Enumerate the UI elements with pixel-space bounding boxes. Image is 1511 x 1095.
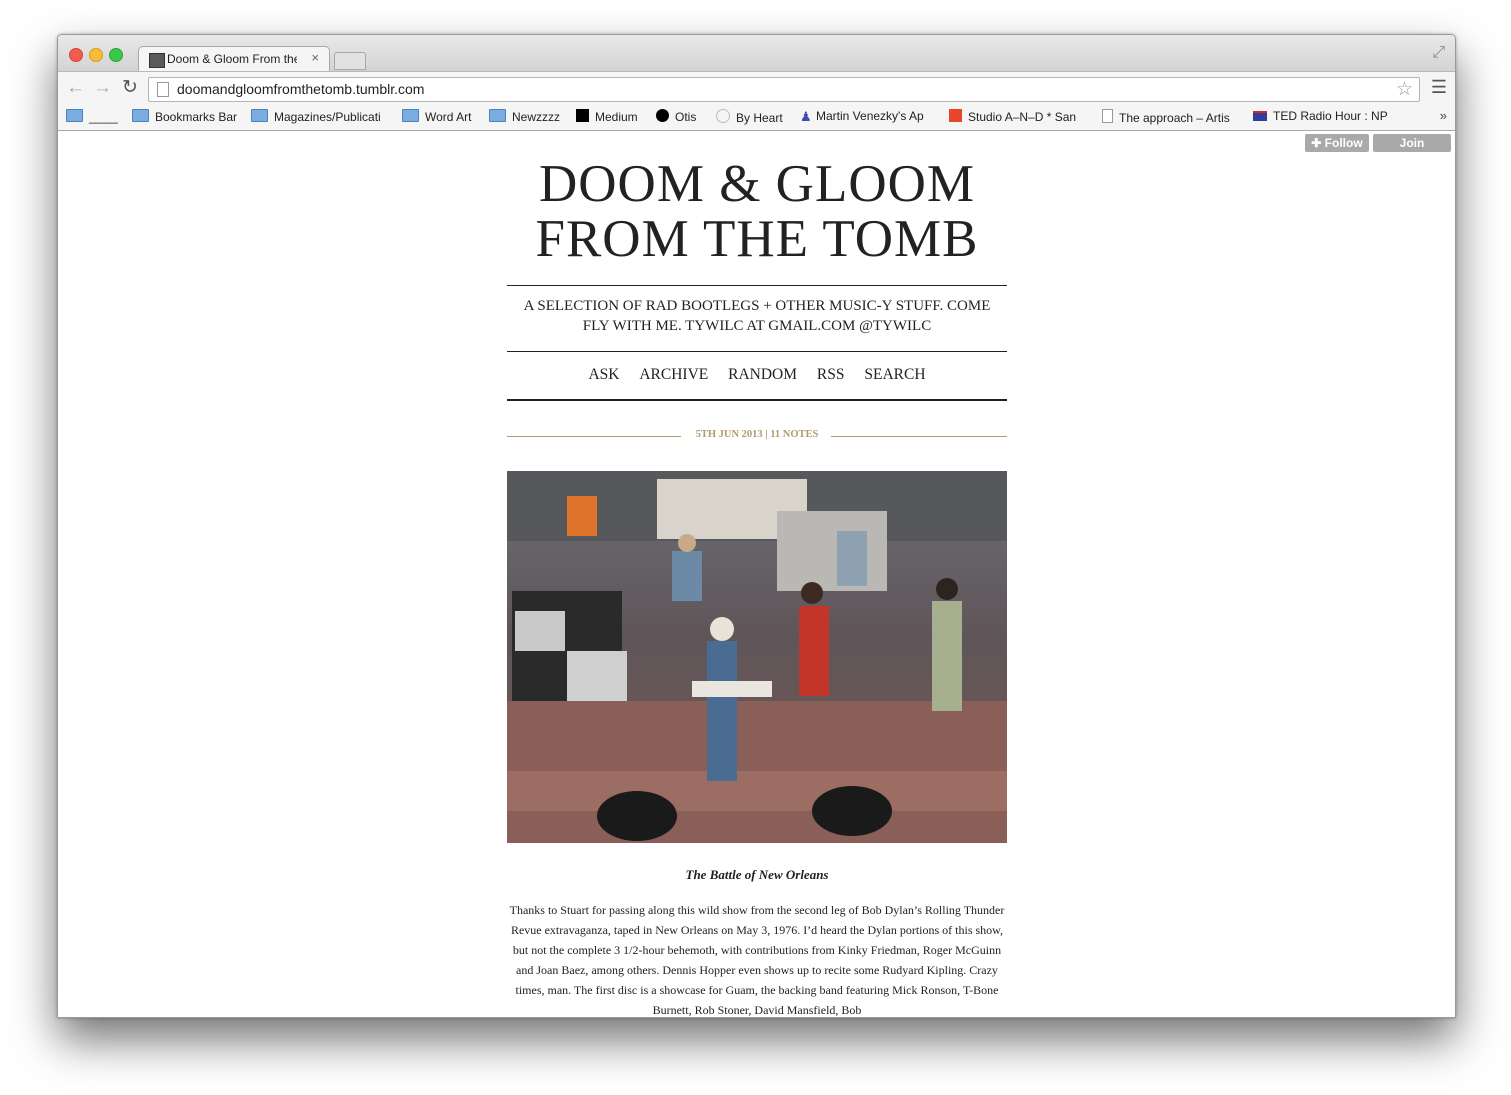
divider <box>507 351 1007 352</box>
concert-photo-illustration <box>507 471 1007 843</box>
bookmark-link[interactable]: Medium <box>576 109 646 124</box>
bookmark-folder[interactable]: _____ <box>66 109 118 124</box>
figure-icon: ♟ <box>800 109 812 123</box>
bookmark-link[interactable]: The approach – Artis <box>1102 109 1239 125</box>
bookmark-folder[interactable]: Newzzzz <box>489 109 563 124</box>
divider <box>507 285 1007 286</box>
post-caption: The Battle of New Orleans <box>685 867 829 882</box>
meta-rule-right <box>831 436 1007 437</box>
folder-icon <box>402 109 419 122</box>
page-icon <box>1102 109 1113 123</box>
hamburger-menu-icon[interactable]: ☰ <box>1431 77 1447 98</box>
favicon-icon <box>149 53 165 68</box>
window-zoom-button[interactable] <box>109 48 123 62</box>
new-tab-button[interactable] <box>334 52 366 70</box>
join-tumblr-button[interactable]: Join Tumblr <box>1373 134 1451 168</box>
medium-icon <box>576 109 589 122</box>
post-photo[interactable] <box>507 471 1007 843</box>
window-close-button[interactable] <box>69 48 83 62</box>
folder-icon <box>132 109 149 122</box>
by-heart-icon <box>716 109 730 123</box>
forward-arrow-icon[interactable]: → <box>93 77 112 99</box>
folder-icon <box>489 109 506 122</box>
blog-title[interactable]: DOOM & GLOOM FROM THE TOMB <box>507 157 1007 267</box>
nav-rss[interactable]: RSS <box>817 366 845 383</box>
blog-title-line: FROM THE TOMB <box>535 210 979 268</box>
fullscreen-icon[interactable]: ⤢ <box>1432 44 1445 62</box>
browser-toolbar: ← → ↻ doomandgloomfromthetomb.tumblr.com… <box>58 71 1455 105</box>
folder-icon <box>66 109 83 122</box>
otis-icon <box>656 109 669 122</box>
blog-nav: ASK ARCHIVE RANDOM RSS SEARCH <box>507 366 1007 384</box>
nav-search[interactable]: SEARCH <box>864 366 925 383</box>
bookmark-link[interactable]: By Heart <box>716 109 788 125</box>
blog-title-line: DOOM & GLOOM <box>539 155 975 213</box>
nav-archive[interactable]: ARCHIVE <box>639 366 708 383</box>
tab-title: Doom & Gloom From the T <box>167 52 297 66</box>
bookmark-link[interactable]: ♟ Martin Venezky's Ap <box>800 109 935 123</box>
divider <box>507 399 1007 401</box>
bookmark-link[interactable]: Studio A–N–D * San <box>949 109 1084 124</box>
bookmark-folder[interactable]: Magazines/Publicati <box>251 109 388 124</box>
url-text[interactable]: doomandgloomfromthetomb.tumblr.com <box>177 81 424 97</box>
page-icon <box>157 82 169 97</box>
address-bar[interactable]: doomandgloomfromthetomb.tumblr.com ☆ <box>148 77 1420 102</box>
browser-tab[interactable]: Doom & Gloom From the T × <box>138 46 330 72</box>
npr-icon <box>1253 111 1267 121</box>
nav-random[interactable]: RANDOM <box>728 366 797 383</box>
bookmark-link[interactable]: TED Radio Hour : NP <box>1253 109 1387 123</box>
blog-description: A SELECTION OF RAD BOOTLEGS + OTHER MUSI… <box>523 298 991 334</box>
follow-button[interactable]: ✚ Follow <box>1305 134 1369 152</box>
more-bookmarks-icon[interactable]: » <box>1440 108 1447 123</box>
bookmark-link[interactable]: Otis <box>656 109 708 124</box>
studio-and-icon <box>949 109 962 122</box>
page-content: ✚ Follow Join Tumblr DOOM & GLOOM FROM T… <box>58 131 1455 1017</box>
folder-icon <box>251 109 268 122</box>
post-body: Thanks to Stuart for passing along this … <box>509 903 1005 1017</box>
tab-close-icon[interactable]: × <box>311 50 319 65</box>
tab-strip: Doom & Gloom From the T × ⤢ <box>58 35 1455 72</box>
window-minimize-button[interactable] <box>89 48 103 62</box>
reload-icon[interactable]: ↻ <box>122 76 138 99</box>
bookmark-folder[interactable]: Bookmarks Bar <box>132 109 240 124</box>
post-meta[interactable]: 5TH JUN 2013 | 11 NOTES <box>507 429 1007 440</box>
bookmark-star-icon[interactable]: ☆ <box>1396 78 1413 101</box>
nav-ask[interactable]: ASK <box>588 366 619 383</box>
browser-window: Doom & Gloom From the T × ⤢ ← → ↻ dooman… <box>57 34 1456 1018</box>
bookmark-folder[interactable]: Word Art <box>402 109 478 124</box>
bookmarks-bar: _____ Bookmarks Bar Magazines/Publicati … <box>58 104 1455 131</box>
back-arrow-icon[interactable]: ← <box>66 77 85 99</box>
